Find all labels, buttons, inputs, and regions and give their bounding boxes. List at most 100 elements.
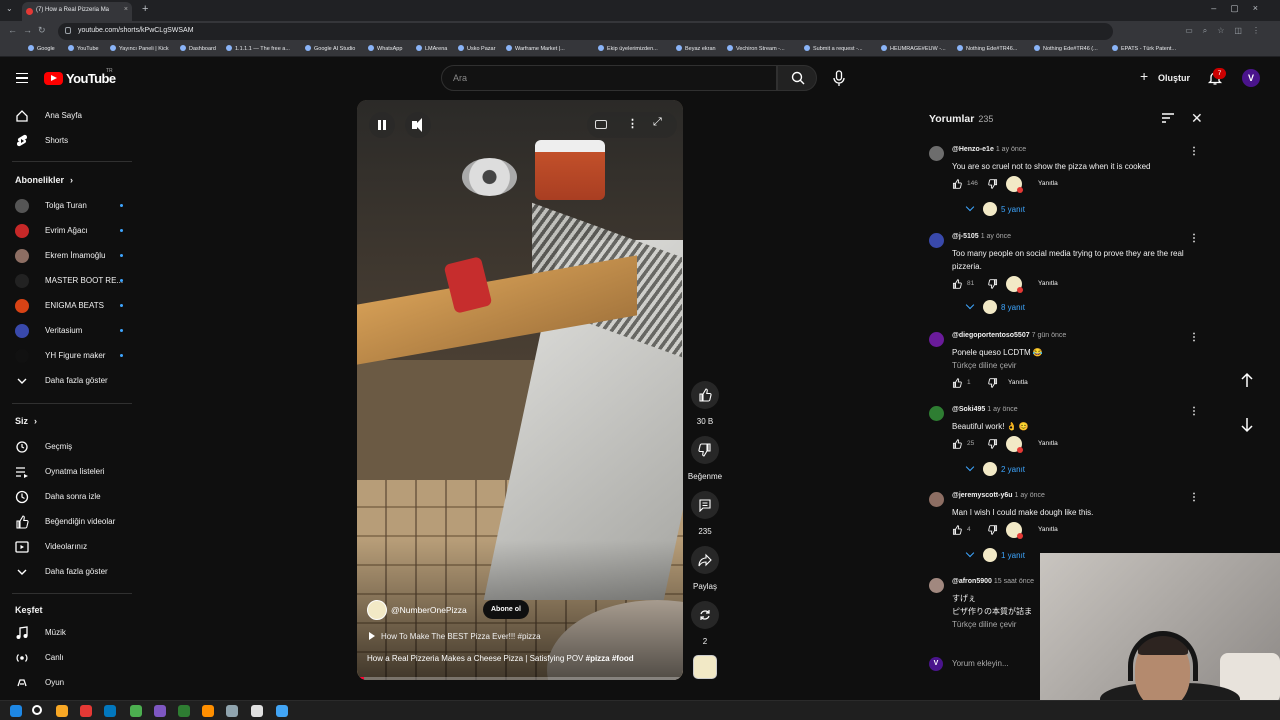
- like-button[interactable]: [691, 381, 719, 409]
- subscriptions-heading[interactable]: Abonelikler ›: [15, 175, 73, 185]
- comment-author[interactable]: @Henzo-e1e 1 ay önce: [952, 146, 1026, 153]
- like-action[interactable]: 30 B: [686, 381, 724, 426]
- comment-more-icon[interactable]: ⋮: [1189, 233, 1199, 244]
- add-comment-input[interactable]: Yorum ekleyin...: [952, 659, 1009, 668]
- thumbs-down-icon[interactable]: [988, 378, 998, 388]
- comment-more-icon[interactable]: ⋮: [1189, 146, 1199, 157]
- sidebar-item-clock[interactable]: Daha sonra izle: [0, 484, 140, 509]
- reply-button[interactable]: Yanıtla: [1038, 180, 1058, 187]
- site-info-icon[interactable]: [65, 27, 71, 34]
- commenter-avatar[interactable]: [929, 332, 944, 347]
- commenter-avatar[interactable]: [929, 233, 944, 248]
- dislike-button[interactable]: [691, 436, 719, 464]
- bookmark-item[interactable]: Beyaz ekran: [676, 45, 716, 52]
- reply-button[interactable]: Yanıtla: [1038, 440, 1058, 447]
- thumbs-up-icon[interactable]: [952, 439, 962, 449]
- app-icon[interactable]: [226, 705, 238, 717]
- sidebar-item-playlist[interactable]: Oynatma listeleri: [0, 459, 140, 484]
- sidebar-item-music[interactable]: Müzik: [0, 620, 140, 645]
- app-icon[interactable]: [178, 705, 190, 717]
- sidebar-item-subscription[interactable]: ENIGMA BEATS: [0, 293, 140, 318]
- reply-button[interactable]: Yanıtla: [1038, 526, 1058, 533]
- thumbs-up-icon[interactable]: [952, 378, 962, 388]
- comment-author[interactable]: @jeremyscott-y6u 1 ay önce: [952, 492, 1045, 499]
- sidebar-item-subscription[interactable]: Veritasium: [0, 318, 140, 343]
- sidebar-item-shorts[interactable]: Shorts: [0, 128, 140, 153]
- bookmark-item[interactable]: Submit a request -...: [804, 45, 863, 52]
- sidebar-item-subscription[interactable]: Ekrem İmamoğlu: [0, 243, 140, 268]
- thumbs-down-icon[interactable]: [988, 279, 998, 289]
- channel-avatar[interactable]: [367, 600, 387, 620]
- address-bar[interactable]: youtube.com/shorts/kPwCLgSWSAM: [58, 23, 1113, 40]
- comment-author[interactable]: @diegoportentoso5507 7 gün önce: [952, 332, 1066, 339]
- sidebar-item-home[interactable]: Ana Sayfa: [0, 103, 140, 128]
- commenter-avatar[interactable]: [929, 406, 944, 421]
- bookmark-item[interactable]: Yayıncı Paneli | Kick: [110, 45, 169, 52]
- bookmark-item[interactable]: LMArena: [416, 45, 447, 52]
- translate-link[interactable]: Türkçe diline çevir: [952, 361, 1016, 370]
- sidebar-item-subscription[interactable]: MASTER BOOT RE...: [0, 268, 140, 293]
- bookmark-item[interactable]: WhatsApp: [368, 45, 402, 52]
- bookmark-item[interactable]: Nothing Ede#TR46 (...: [1034, 45, 1098, 52]
- bookmark-item[interactable]: Google AI Studio: [305, 45, 355, 52]
- bookmark-item[interactable]: Dashboard: [180, 45, 216, 52]
- bookmark-item[interactable]: HEUMRAGE#EUW -...: [881, 45, 946, 52]
- steam-icon[interactable]: [104, 705, 116, 717]
- commenter-avatar[interactable]: [929, 146, 944, 161]
- comment-author[interactable]: @j-5105 1 ay önce: [952, 233, 1011, 240]
- account-avatar[interactable]: V: [1242, 69, 1260, 87]
- subscribe-button[interactable]: Abone ol: [483, 600, 529, 619]
- extension-icons[interactable]: ▭⌕☆◫⋮: [1185, 26, 1270, 36]
- thumbs-down-icon[interactable]: [988, 179, 998, 189]
- reply-button[interactable]: Yanıtla: [1038, 280, 1058, 287]
- tab-list-chevron-icon[interactable]: ⌄: [6, 4, 13, 13]
- search-icon[interactable]: [32, 705, 42, 715]
- thumbs-up-icon[interactable]: [952, 525, 962, 535]
- share-action[interactable]: Paylaş: [686, 546, 724, 591]
- thumbs-down-icon[interactable]: [988, 439, 998, 449]
- show-more-subscriptions[interactable]: Daha fazla göster: [0, 368, 140, 393]
- bookmark-item[interactable]: Nothing Ede#TR46...: [957, 45, 1017, 52]
- comment-more-icon[interactable]: ⋮: [1189, 492, 1199, 503]
- translate-link[interactable]: Türkçe diline çevir: [952, 620, 1016, 629]
- app-icon[interactable]: [202, 705, 214, 717]
- sidebar-item-subscription[interactable]: Tolga Turan: [0, 193, 140, 218]
- comments-action[interactable]: 235: [686, 491, 724, 536]
- sound-thumbnail[interactable]: [693, 655, 717, 679]
- show-more-you[interactable]: Daha fazla göster: [0, 559, 140, 584]
- view-replies-button[interactable]: 8 yanıt: [965, 300, 1025, 314]
- thumbs-down-icon[interactable]: [988, 525, 998, 535]
- bookmark-item[interactable]: YouTube: [68, 45, 99, 52]
- fullscreen-icon[interactable]: ⤢: [653, 116, 662, 129]
- bookmark-item[interactable]: Ekip üyelerimizden...: [598, 45, 658, 52]
- sidebar-item-like[interactable]: Beğendiğin videolar: [0, 509, 140, 534]
- share-button[interactable]: [691, 546, 719, 574]
- next-short-button[interactable]: [1234, 412, 1260, 438]
- sidebar-item-subscription[interactable]: Evrim Ağacı: [0, 218, 140, 243]
- new-tab-button[interactable]: +: [142, 3, 148, 15]
- opera-icon[interactable]: [80, 705, 92, 717]
- remix-action[interactable]: 2: [686, 601, 724, 646]
- sidebar-item-subscription[interactable]: YH Figure maker: [0, 343, 140, 368]
- comment-more-icon[interactable]: ⋮: [1189, 406, 1199, 417]
- bookmark-item[interactable]: Warframe Market |...: [506, 45, 565, 52]
- nav-buttons[interactable]: ←→↻: [8, 25, 52, 36]
- app-icon[interactable]: [251, 705, 263, 717]
- sidebar-item-video[interactable]: Videolarınız: [0, 534, 140, 559]
- window-controls[interactable]: –▢×: [1211, 3, 1272, 14]
- pause-button[interactable]: [369, 112, 395, 138]
- commenter-avatar[interactable]: [929, 578, 944, 593]
- comments-button[interactable]: [691, 491, 719, 519]
- sort-icon[interactable]: [1161, 112, 1175, 124]
- previous-short-button[interactable]: [1234, 367, 1260, 393]
- app-icon[interactable]: [276, 705, 288, 717]
- thumbs-up-icon[interactable]: [952, 279, 962, 289]
- you-heading[interactable]: Siz ›: [15, 416, 37, 426]
- comment-more-icon[interactable]: ⋮: [1189, 332, 1199, 343]
- bookmark-item[interactable]: EPATS - Türk Patent...: [1112, 45, 1176, 52]
- more-options-icon[interactable]: ⋮: [627, 117, 638, 130]
- view-replies-button[interactable]: 2 yanıt: [965, 462, 1025, 476]
- search-input[interactable]: Ara: [441, 65, 777, 91]
- search-button[interactable]: [777, 65, 817, 91]
- bookmark-item[interactable]: Usko Pazar: [458, 45, 495, 52]
